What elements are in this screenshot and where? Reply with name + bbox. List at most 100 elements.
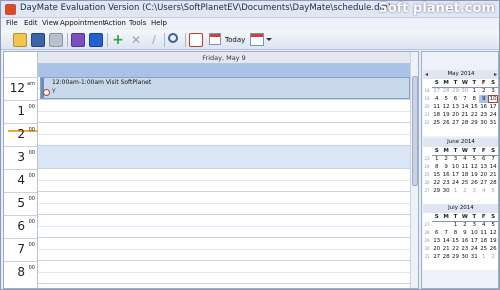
chevron-down-icon[interactable] bbox=[266, 38, 272, 41]
purple-cube-icon[interactable] bbox=[71, 33, 85, 47]
calendar-day[interactable]: 30 bbox=[479, 119, 488, 127]
calendar-day[interactable]: 2 bbox=[488, 253, 497, 261]
calendar-day[interactable]: 28 bbox=[441, 87, 450, 95]
calendar-day[interactable]: 12 bbox=[441, 103, 450, 111]
delete-icon[interactable]: ✕ bbox=[129, 33, 143, 47]
attach-icon[interactable]: ∕ bbox=[147, 33, 161, 47]
calendar-day[interactable]: 13 bbox=[451, 103, 460, 111]
time-slot[interactable] bbox=[38, 100, 410, 112]
print-icon[interactable] bbox=[49, 33, 63, 47]
calendar-day[interactable]: 15 bbox=[470, 103, 479, 111]
time-slot[interactable] bbox=[38, 238, 410, 250]
calendar-day[interactable]: 29 bbox=[432, 187, 441, 195]
menu-action[interactable]: Action bbox=[104, 19, 126, 27]
calendar-day[interactable]: 5 bbox=[488, 187, 497, 195]
calendar-day[interactable]: 11 bbox=[460, 163, 469, 171]
appointment[interactable]: 12:00am-1:00am Visit SoftPlanet Y bbox=[40, 77, 410, 99]
calendar-day[interactable]: 8 bbox=[451, 229, 460, 237]
time-slot[interactable] bbox=[38, 249, 410, 261]
calendar-day[interactable]: 4 bbox=[479, 221, 488, 229]
calendar-day[interactable]: 15 bbox=[451, 237, 460, 245]
add-icon[interactable]: + bbox=[111, 33, 125, 47]
calendar-day[interactable]: 13 bbox=[432, 237, 441, 245]
calendar-day[interactable]: 7 bbox=[441, 229, 450, 237]
menu-tools[interactable]: Tools bbox=[129, 19, 146, 27]
calendar-day[interactable]: 2 bbox=[479, 87, 488, 95]
calendar-day[interactable]: 29 bbox=[470, 119, 479, 127]
calendar-day[interactable]: 25 bbox=[432, 119, 441, 127]
calendar-day[interactable]: 1 bbox=[470, 87, 479, 95]
time-slot[interactable] bbox=[38, 215, 410, 227]
calendar-day[interactable]: 10 bbox=[470, 229, 479, 237]
calendar-day[interactable]: 9 bbox=[479, 95, 489, 103]
calendar-day[interactable]: 12 bbox=[470, 163, 479, 171]
calendar-day[interactable]: 3 bbox=[488, 87, 497, 95]
calendar-day[interactable]: 28 bbox=[460, 119, 469, 127]
calendar-day[interactable]: 22 bbox=[432, 179, 441, 187]
time-slot[interactable] bbox=[38, 284, 410, 288]
calendar-day[interactable]: 20 bbox=[451, 111, 460, 119]
calendar-day[interactable]: 22 bbox=[470, 111, 479, 119]
scrollbar-thumb[interactable] bbox=[412, 76, 418, 186]
time-slot[interactable] bbox=[38, 157, 410, 169]
open-folder-icon[interactable] bbox=[13, 33, 27, 47]
calendar-day[interactable]: 1 bbox=[432, 155, 441, 163]
calendar-day[interactable]: 23 bbox=[460, 245, 469, 253]
calendar-day[interactable]: 23 bbox=[479, 111, 488, 119]
calendar-day[interactable]: 19 bbox=[488, 237, 497, 245]
calendar-day[interactable]: 14 bbox=[441, 237, 450, 245]
calendar-day[interactable]: 17 bbox=[451, 171, 460, 179]
calendar-day[interactable]: 27 bbox=[451, 119, 460, 127]
calendar-day[interactable]: 31 bbox=[488, 119, 497, 127]
calendar-day[interactable]: 1 bbox=[479, 253, 488, 261]
time-slot[interactable] bbox=[38, 272, 410, 284]
menu-help[interactable]: Help bbox=[151, 19, 167, 27]
calendar-day[interactable]: 3 bbox=[451, 155, 460, 163]
calendar-day[interactable]: 28 bbox=[441, 253, 450, 261]
calendar-day[interactable]: 1 bbox=[451, 221, 460, 229]
calendar-day[interactable]: 21 bbox=[441, 245, 450, 253]
time-slot[interactable] bbox=[38, 192, 410, 204]
next-month-icon[interactable]: ▸ bbox=[494, 70, 497, 79]
calendar-day[interactable]: 6 bbox=[432, 229, 441, 237]
calendar-day[interactable]: 29 bbox=[451, 87, 460, 95]
calendar-day[interactable]: 1 bbox=[451, 187, 460, 195]
calendar-day[interactable]: 31 bbox=[470, 253, 479, 261]
calendar-day[interactable]: 24 bbox=[451, 179, 460, 187]
calendar-day[interactable]: 25 bbox=[460, 179, 469, 187]
calendar-day[interactable]: 20 bbox=[432, 245, 441, 253]
calendar-day[interactable]: 23 bbox=[441, 179, 450, 187]
save-icon[interactable] bbox=[31, 33, 45, 47]
calendar-day[interactable]: 29 bbox=[451, 253, 460, 261]
today-button[interactable]: Today bbox=[225, 33, 245, 47]
blue-square-icon[interactable] bbox=[89, 33, 103, 47]
time-slot[interactable] bbox=[38, 203, 410, 215]
checklist-icon[interactable] bbox=[189, 33, 203, 47]
calendar-day[interactable]: 30 bbox=[441, 187, 450, 195]
calendar-day[interactable]: 18 bbox=[479, 237, 488, 245]
calendar-day[interactable]: 24 bbox=[488, 111, 497, 119]
calendar-day[interactable]: 10 bbox=[488, 95, 498, 103]
calendar-day[interactable]: 18 bbox=[432, 111, 441, 119]
calendar-day[interactable]: 4 bbox=[479, 187, 488, 195]
calendar-day[interactable]: 9 bbox=[441, 163, 450, 171]
calendar-day[interactable]: 2 bbox=[460, 187, 469, 195]
calendar-day[interactable]: 7 bbox=[488, 155, 497, 163]
calendar-day[interactable]: 15 bbox=[432, 171, 441, 179]
calendar-day[interactable]: 4 bbox=[460, 155, 469, 163]
calendar-day[interactable]: 17 bbox=[488, 103, 497, 111]
prev-month-icon[interactable]: ◂ bbox=[425, 70, 428, 79]
calendar-day[interactable]: 20 bbox=[479, 171, 488, 179]
calendar-day[interactable]: 3 bbox=[470, 221, 479, 229]
calendar-day[interactable]: 5 bbox=[470, 155, 479, 163]
calendar-day[interactable]: 26 bbox=[488, 245, 497, 253]
calendar-day[interactable]: 8 bbox=[432, 163, 441, 171]
calendar-day[interactable]: 2 bbox=[441, 155, 450, 163]
menu-view[interactable]: View bbox=[42, 19, 59, 27]
time-slot[interactable] bbox=[38, 146, 410, 158]
today-calendar-icon[interactable] bbox=[209, 33, 221, 45]
calendar-day[interactable]: 14 bbox=[460, 103, 469, 111]
calendar-day[interactable]: 14 bbox=[488, 163, 497, 171]
calendar-day[interactable]: 19 bbox=[470, 171, 479, 179]
calendar-day[interactable]: 13 bbox=[479, 163, 488, 171]
